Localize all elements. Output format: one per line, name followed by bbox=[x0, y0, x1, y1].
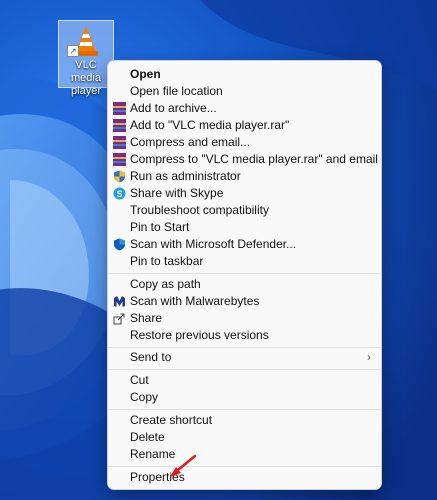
svg-text:S: S bbox=[116, 189, 122, 199]
uac-shield-icon bbox=[114, 170, 125, 183]
menu-item-copy[interactable]: Copy bbox=[108, 389, 381, 406]
menu-item-compress-rar-email[interactable]: Compress to "VLC media player.rar" and e… bbox=[108, 151, 381, 168]
menu-item-add-to-rar[interactable]: Add to "VLC media player.rar" bbox=[108, 117, 381, 134]
menu-item-add-to-archive[interactable]: Add to archive... bbox=[108, 100, 381, 117]
defender-shield-icon bbox=[114, 238, 125, 251]
winrar-icon bbox=[113, 153, 126, 166]
menu-item-label: Cut bbox=[130, 373, 149, 387]
menu-item-label: Add to "VLC media player.rar" bbox=[130, 118, 290, 132]
menu-item-send-to[interactable]: Send to › bbox=[108, 349, 381, 366]
menu-item-label: Troubleshoot compatibility bbox=[130, 203, 269, 217]
menu-separator bbox=[108, 466, 381, 467]
skype-icon: S bbox=[113, 187, 126, 200]
winrar-icon bbox=[113, 102, 126, 115]
menu-item-label: Open file location bbox=[130, 84, 223, 98]
malwarebytes-icon bbox=[114, 296, 125, 307]
menu-item-label: Send to bbox=[130, 350, 172, 364]
menu-separator bbox=[108, 369, 381, 370]
menu-item-scan-malwarebytes[interactable]: Scan with Malwarebytes bbox=[108, 293, 381, 310]
menu-item-label: Compress to "VLC media player.rar" and e… bbox=[130, 152, 378, 166]
menu-item-label: Open bbox=[130, 67, 161, 81]
menu-item-label: Run as administrator bbox=[130, 169, 241, 183]
shortcut-arrow-icon: ↗ bbox=[67, 45, 79, 57]
menu-item-label: Properties bbox=[130, 470, 185, 484]
menu-item-open[interactable]: Open bbox=[108, 66, 381, 83]
menu-item-label: Share with Skype bbox=[130, 186, 224, 200]
menu-item-cut[interactable]: Cut bbox=[108, 372, 381, 389]
menu-item-open-file-location[interactable]: Open file location bbox=[108, 83, 381, 100]
menu-item-label: Pin to taskbar bbox=[130, 254, 204, 268]
winrar-icon bbox=[113, 136, 126, 149]
menu-item-label: Add to archive... bbox=[130, 101, 217, 115]
menu-item-run-as-admin[interactable]: Run as administrator bbox=[108, 168, 381, 185]
share-icon bbox=[113, 313, 125, 325]
menu-item-label: Rename bbox=[130, 447, 176, 461]
winrar-icon bbox=[113, 119, 126, 132]
menu-separator bbox=[108, 273, 381, 274]
menu-item-pin-taskbar[interactable]: Pin to taskbar bbox=[108, 253, 381, 270]
menu-item-properties[interactable]: Properties bbox=[108, 469, 381, 486]
menu-item-share-skype[interactable]: S Share with Skype bbox=[108, 185, 381, 202]
menu-item-label: Scan with Malwarebytes bbox=[130, 294, 260, 308]
menu-item-troubleshoot[interactable]: Troubleshoot compatibility bbox=[108, 202, 381, 219]
menu-item-label: Pin to Start bbox=[130, 220, 190, 234]
menu-item-label: Create shortcut bbox=[130, 413, 213, 427]
menu-item-label: Restore previous versions bbox=[130, 328, 269, 342]
menu-item-label: Copy as path bbox=[130, 277, 201, 291]
menu-item-share[interactable]: Share bbox=[108, 310, 381, 327]
menu-item-rename[interactable]: Rename bbox=[108, 446, 381, 463]
menu-item-label: Share bbox=[130, 311, 163, 325]
desktop-icon-vlc[interactable]: ↗ VLC media player bbox=[58, 20, 114, 97]
menu-item-copy-as-path[interactable]: Copy as path bbox=[108, 276, 381, 293]
menu-item-scan-defender[interactable]: Scan with Microsoft Defender... bbox=[108, 236, 381, 253]
menu-separator bbox=[108, 409, 381, 410]
chevron-right-icon: › bbox=[367, 350, 371, 364]
menu-item-pin-start[interactable]: Pin to Start bbox=[108, 219, 381, 236]
menu-item-compress-email[interactable]: Compress and email... bbox=[108, 134, 381, 151]
menu-item-restore-versions[interactable]: Restore previous versions bbox=[108, 327, 381, 344]
menu-item-label: Scan with Microsoft Defender... bbox=[130, 237, 297, 251]
menu-item-create-shortcut[interactable]: Create shortcut bbox=[108, 412, 381, 429]
menu-separator bbox=[108, 347, 381, 348]
menu-item-label: Compress and email... bbox=[130, 135, 251, 149]
context-menu: Open Open file location Add to archive..… bbox=[107, 60, 382, 490]
desktop-icon-label: VLC media player bbox=[71, 59, 101, 97]
menu-item-label: Delete bbox=[130, 430, 165, 444]
menu-item-label: Copy bbox=[130, 390, 159, 404]
menu-item-delete[interactable]: Delete bbox=[108, 429, 381, 446]
